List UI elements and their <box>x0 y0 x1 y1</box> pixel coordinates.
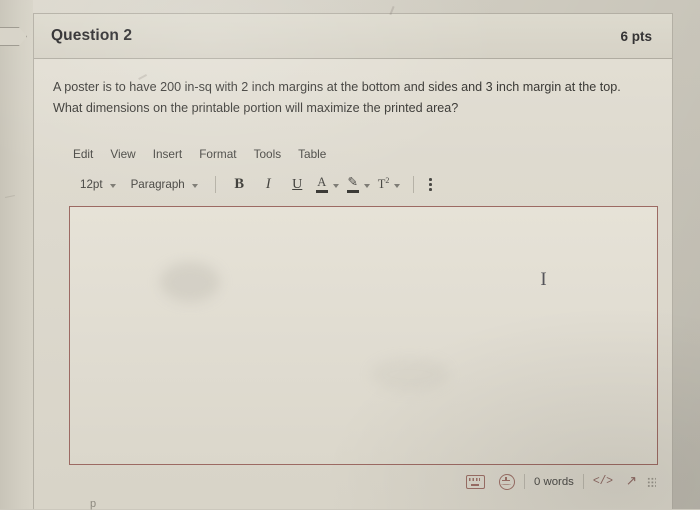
text-color-button[interactable]: A <box>312 175 343 194</box>
word-count-label: 0 words <box>533 475 574 488</box>
text-color-icon: A <box>315 175 328 194</box>
menu-item-format[interactable]: Format <box>199 147 236 161</box>
superscript-menu-button[interactable]: T2 <box>374 176 405 192</box>
chevron-down-icon <box>109 183 116 188</box>
kebab-dot <box>429 178 432 181</box>
chevron-down-icon[interactable] <box>332 183 339 188</box>
menu-item-edit[interactable]: Edit <box>73 147 93 161</box>
font-size-value: 12pt <box>80 178 103 192</box>
source-code-icon[interactable]: </> <box>593 475 613 488</box>
underline-icon: U <box>292 176 303 192</box>
menu-item-table[interactable]: Table <box>298 147 326 161</box>
highlight-pen-icon: ✎ <box>346 175 359 194</box>
highlight-color-button[interactable]: ✎ <box>343 175 374 194</box>
italic-icon: I <box>265 176 271 193</box>
photo-smudge <box>160 261 220 302</box>
kebab-dot <box>429 188 432 191</box>
editor-toolbar: 12pt Paragraph B I U A ✎ T2 <box>69 174 658 196</box>
highlight-glyph: ✎ <box>347 175 358 190</box>
chevron-down-icon[interactable] <box>363 183 370 188</box>
bold-icon: B <box>234 176 245 193</box>
text-cursor-icon: I <box>540 268 547 290</box>
menu-item-view[interactable]: View <box>110 147 135 161</box>
question-body: A poster is to have 200 in-sq with 2 inc… <box>34 59 672 510</box>
toolbar-divider <box>214 176 216 194</box>
element-path-label: p <box>90 497 97 510</box>
editor-content-area[interactable]: I <box>69 205 658 465</box>
rich-text-editor: Edit View Insert Format Tools Table 12pt… <box>69 145 658 510</box>
fullscreen-icon[interactable]: ↗ <box>626 473 637 489</box>
accessibility-icon <box>498 473 515 490</box>
superscript-exponent: 2 <box>385 176 390 186</box>
menu-item-tools[interactable]: Tools <box>254 147 282 161</box>
block-format-value: Paragraph <box>130 178 185 192</box>
menu-item-insert[interactable]: Insert <box>153 147 183 161</box>
photo-smudge <box>370 356 450 392</box>
page-left-edge <box>0 0 33 509</box>
chevron-down-icon[interactable] <box>394 183 401 188</box>
underline-button[interactable]: U <box>283 174 312 196</box>
kebab-dot <box>429 183 432 186</box>
more-options-button[interactable] <box>423 178 438 191</box>
accessibility-checker-button[interactable] <box>498 473 515 490</box>
question-prompt-text: A poster is to have 200 in-sq with 2 inc… <box>53 80 621 115</box>
keyboard-shortcuts-button[interactable] <box>465 474 485 489</box>
question-card: Question 2 6 pts A poster is to have 200… <box>33 13 673 510</box>
points-badge: 6 pts <box>620 28 652 44</box>
statusbar-divider <box>582 474 584 490</box>
editor-menubar: Edit View Insert Format Tools Table <box>69 145 658 161</box>
text-color-swatch <box>315 190 328 194</box>
toolbar-divider <box>413 176 415 194</box>
keyboard-icon <box>465 474 485 489</box>
text-color-letter: A <box>317 175 327 190</box>
resize-handle-icon[interactable] <box>647 476 656 487</box>
highlight-color-swatch <box>346 190 359 194</box>
bold-button[interactable]: B <box>225 174 254 196</box>
question-header: Question 2 6 pts <box>34 14 672 59</box>
editor-statusbar: 0 words </> ↗ <box>69 471 658 493</box>
block-format-select[interactable]: Paragraph <box>124 176 206 193</box>
chevron-down-icon <box>191 183 198 188</box>
superscript-icon: T2 <box>378 176 390 192</box>
italic-button[interactable]: I <box>254 174 283 196</box>
font-size-select[interactable]: 12pt <box>73 176 124 193</box>
page-title: Question 2 <box>51 27 133 44</box>
statusbar-divider <box>523 474 525 490</box>
